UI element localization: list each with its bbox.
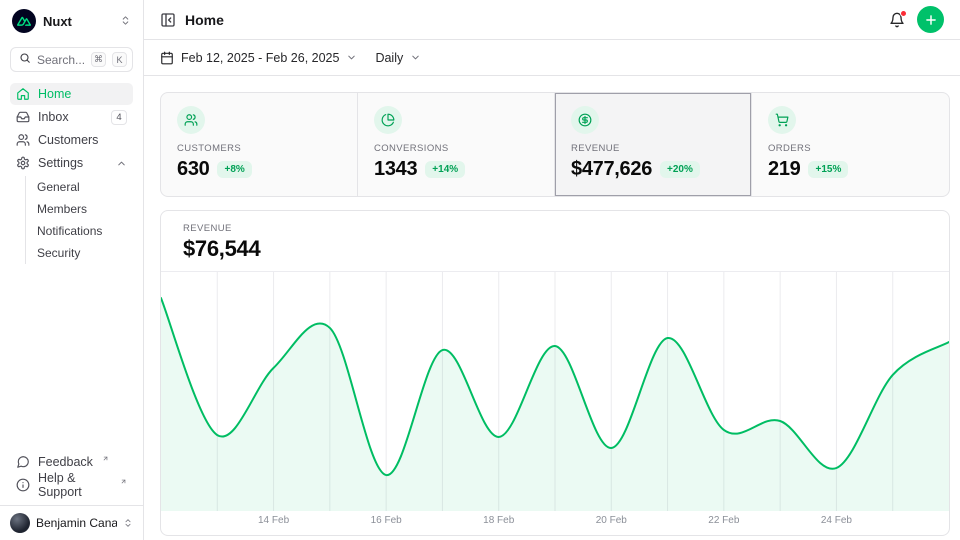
stat-card-customers[interactable]: CUSTOMERS 630 +8% <box>161 93 358 196</box>
sidebar-footer: Feedback Help & Support <box>0 451 143 505</box>
sidebar-item-label: Help & Support <box>38 471 111 499</box>
nuxt-logo-icon <box>12 9 36 33</box>
sidebar-item-help-support[interactable]: Help & Support <box>10 474 133 496</box>
avatar <box>10 513 30 533</box>
stat-card-orders[interactable]: ORDERS 219 +15% <box>752 93 949 196</box>
sidebar-item-customers[interactable]: Customers <box>10 129 133 151</box>
chevrons-up-down-icon <box>123 516 133 531</box>
sidebar-item-home[interactable]: Home <box>10 83 133 105</box>
cart-icon <box>768 106 796 134</box>
search-input[interactable]: Search... ⌘ K <box>10 47 133 72</box>
kbd-k: K <box>112 52 127 67</box>
delta-badge: +8% <box>217 161 251 178</box>
sidebar-item-notifications[interactable]: Notifications <box>37 220 133 242</box>
chart-current-value: $76,544 <box>183 236 927 262</box>
sidebar: Nuxt Search... ⌘ K Home <box>0 0 144 540</box>
calendar-icon <box>160 51 174 65</box>
delta-badge: +14% <box>425 161 465 178</box>
dashboard-content: CUSTOMERS 630 +8% CONVERSIONS 1343 +14% <box>144 76 960 540</box>
x-tick-label: 24 Feb <box>821 515 852 526</box>
chevron-up-icon <box>116 158 127 169</box>
chart-x-axis: 14 Feb 16 Feb 18 Feb 20 Feb 22 Feb 24 Feb <box>161 512 949 532</box>
users-icon <box>16 133 30 147</box>
date-range-value: Feb 12, 2025 - Feb 26, 2025 <box>181 51 339 65</box>
sidebar-item-label: Inbox <box>38 110 103 124</box>
stat-value: 1343 <box>374 158 417 181</box>
x-tick-label: 18 Feb <box>483 515 514 526</box>
stat-value: 630 <box>177 158 209 181</box>
page-title: Home <box>185 12 224 28</box>
main-area: Home Feb 12, 2025 - Feb 26, 2025 <box>144 0 960 540</box>
inbox-count-badge: 4 <box>111 110 127 125</box>
chart-body: 14 Feb 16 Feb 18 Feb 20 Feb 22 Feb 24 Feb <box>161 272 949 535</box>
workspace-name: Nuxt <box>43 14 113 29</box>
message-circle-icon <box>16 455 30 469</box>
period-value: Daily <box>375 51 403 65</box>
stat-value: 219 <box>768 158 800 181</box>
info-circle-icon <box>16 478 30 492</box>
delta-badge: +20% <box>660 161 700 178</box>
house-icon <box>16 87 30 101</box>
chevron-down-icon <box>346 52 357 63</box>
pie-chart-icon <box>374 106 402 134</box>
sidebar-item-label: Customers <box>38 133 127 147</box>
sidebar-item-settings[interactable]: Settings <box>10 152 133 174</box>
chart-header: REVENUE $76,544 <box>161 211 949 272</box>
revenue-area-chart[interactable] <box>161 272 949 512</box>
x-tick-label: 14 Feb <box>258 515 289 526</box>
dashboard-app: Nuxt Search... ⌘ K Home <box>0 0 960 540</box>
collapse-sidebar-button[interactable] <box>160 12 176 28</box>
x-tick-label: 22 Feb <box>708 515 739 526</box>
notifications-button[interactable] <box>889 12 905 28</box>
plus-icon <box>924 13 938 27</box>
sidebar-item-security[interactable]: Security <box>37 242 133 264</box>
chevrons-up-down-icon <box>120 14 131 29</box>
date-range-picker[interactable]: Feb 12, 2025 - Feb 26, 2025 <box>160 51 357 65</box>
sidebar-item-label: Home <box>38 87 127 101</box>
chevron-down-icon <box>410 52 421 63</box>
period-select[interactable]: Daily <box>375 51 421 65</box>
sidebar-item-feedback[interactable]: Feedback <box>10 451 133 473</box>
users-icon <box>177 106 205 134</box>
external-link-icon <box>120 474 127 488</box>
filters-toolbar: Feb 12, 2025 - Feb 26, 2025 Daily <box>144 40 960 76</box>
gear-icon <box>16 156 30 170</box>
page-header: Home <box>144 0 960 40</box>
delta-badge: +15% <box>808 161 848 178</box>
sidebar-item-inbox[interactable]: Inbox 4 <box>10 106 133 128</box>
stat-label: REVENUE <box>571 143 735 154</box>
stats-row: CUSTOMERS 630 +8% CONVERSIONS 1343 +14% <box>160 92 950 197</box>
notification-dot <box>900 10 907 17</box>
kbd-cmd: ⌘ <box>91 52 106 67</box>
chart-title: REVENUE <box>183 223 927 234</box>
stat-label: ORDERS <box>768 143 933 154</box>
settings-sub-list: General Members Notifications Security <box>25 176 133 264</box>
external-link-icon <box>102 451 109 465</box>
inbox-icon <box>16 110 30 124</box>
stat-label: CONVERSIONS <box>374 143 538 154</box>
search-placeholder: Search... <box>37 53 85 67</box>
dollar-circle-icon <box>571 106 599 134</box>
revenue-chart-card: REVENUE $76,544 14 Feb 16 Feb 18 Feb 20 Feb… <box>160 210 950 536</box>
add-button[interactable] <box>917 6 944 33</box>
x-tick-label: 16 Feb <box>371 515 402 526</box>
x-tick-label: 20 Feb <box>596 515 627 526</box>
stat-card-conversions[interactable]: CONVERSIONS 1343 +14% <box>358 93 555 196</box>
stat-value: $477,626 <box>571 158 652 181</box>
workspace-switcher[interactable]: Nuxt <box>0 0 143 41</box>
stat-card-revenue[interactable]: REVENUE $477,626 +20% <box>555 93 752 196</box>
user-menu[interactable]: Benjamin Canac <box>0 505 143 540</box>
sidebar-item-label: Feedback <box>38 455 93 469</box>
sidebar-item-members[interactable]: Members <box>37 198 133 220</box>
sidebar-body: Search... ⌘ K Home Inbox 4 <box>0 41 143 451</box>
sidebar-item-label: Settings <box>38 156 108 170</box>
stat-label: CUSTOMERS <box>177 143 341 154</box>
sidebar-item-general[interactable]: General <box>37 176 133 198</box>
header-actions <box>889 6 944 33</box>
user-name: Benjamin Canac <box>36 516 117 530</box>
search-icon <box>19 52 31 67</box>
